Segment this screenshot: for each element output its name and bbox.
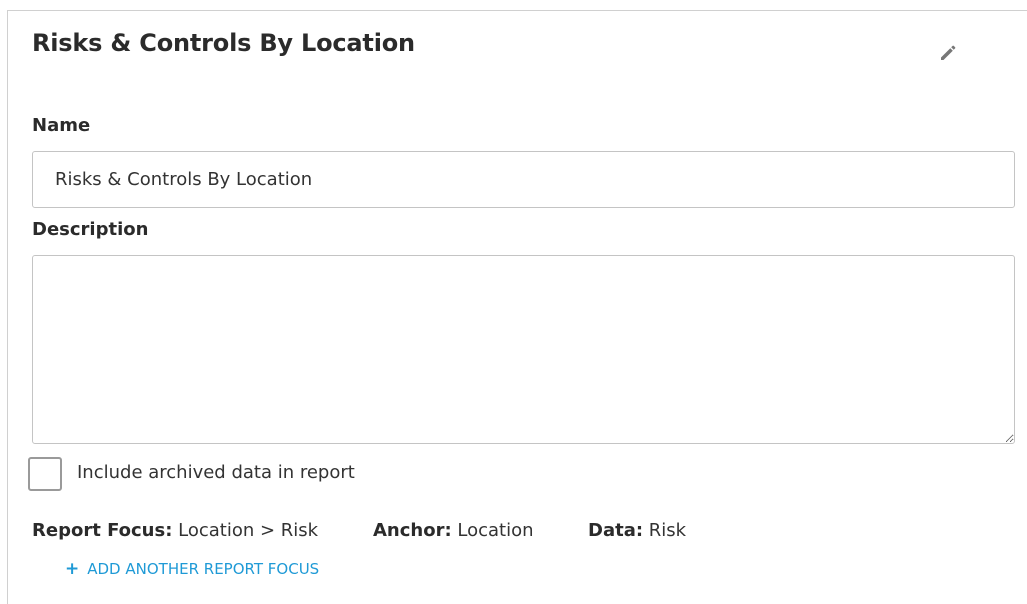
description-label: Description — [32, 219, 149, 240]
anchor-key: Anchor: — [373, 520, 452, 541]
anchor-item: Anchor: Location — [373, 520, 534, 541]
report-details-panel: Risks & Controls By Location Name Descri… — [7, 10, 1027, 604]
report-focus-item: Report Focus: Location > Risk — [32, 520, 318, 541]
description-textarea[interactable] — [32, 255, 1015, 444]
data-key: Data: — [588, 520, 644, 541]
anchor-value: Location — [457, 520, 534, 541]
plus-icon: + — [65, 558, 80, 579]
name-label: Name — [32, 115, 91, 136]
panel-title: Risks & Controls By Location — [32, 29, 415, 57]
name-input[interactable] — [32, 151, 1015, 208]
add-report-focus-label: ADD ANOTHER REPORT FOCUS — [87, 560, 320, 578]
edit-button[interactable] — [936, 41, 960, 65]
include-archived-checkbox[interactable] — [28, 457, 62, 491]
report-focus-key: Report Focus: — [32, 520, 173, 541]
data-value: Risk — [648, 520, 687, 541]
report-focus-value: Location > Risk — [178, 520, 319, 541]
include-archived-label[interactable]: Include archived data in report — [77, 462, 355, 483]
pencil-icon — [941, 45, 956, 60]
data-item: Data: Risk — [588, 520, 686, 541]
add-report-focus-link[interactable]: + ADD ANOTHER REPORT FOCUS — [65, 560, 319, 578]
